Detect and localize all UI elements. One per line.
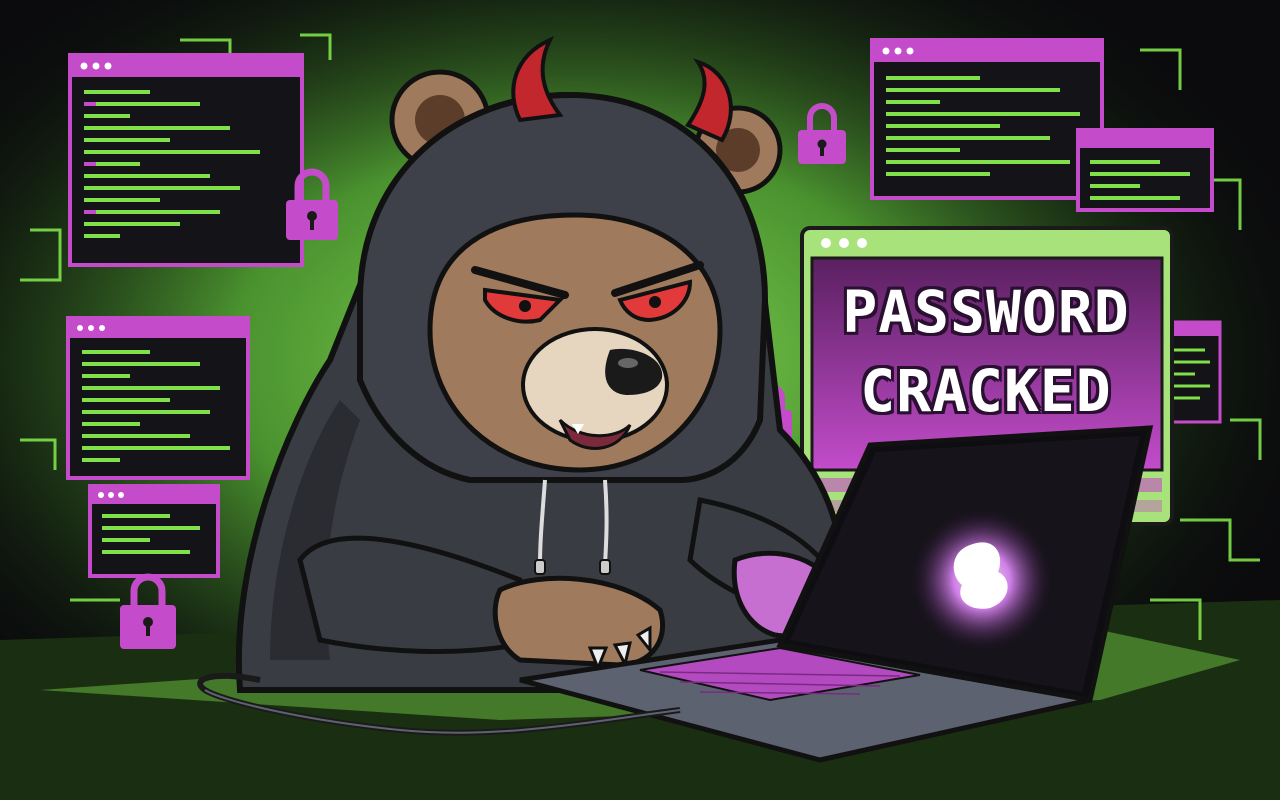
password-headline-line1: PASSWORD xyxy=(842,278,1130,346)
password-headline-line2: CRACKED xyxy=(860,357,1112,425)
terminal-window-icon xyxy=(68,53,304,267)
terminal-window-icon xyxy=(1076,128,1214,212)
terminal-window-icon xyxy=(88,484,220,578)
terminal-window-icon xyxy=(66,316,250,480)
terminal-window-icon xyxy=(870,38,1104,200)
